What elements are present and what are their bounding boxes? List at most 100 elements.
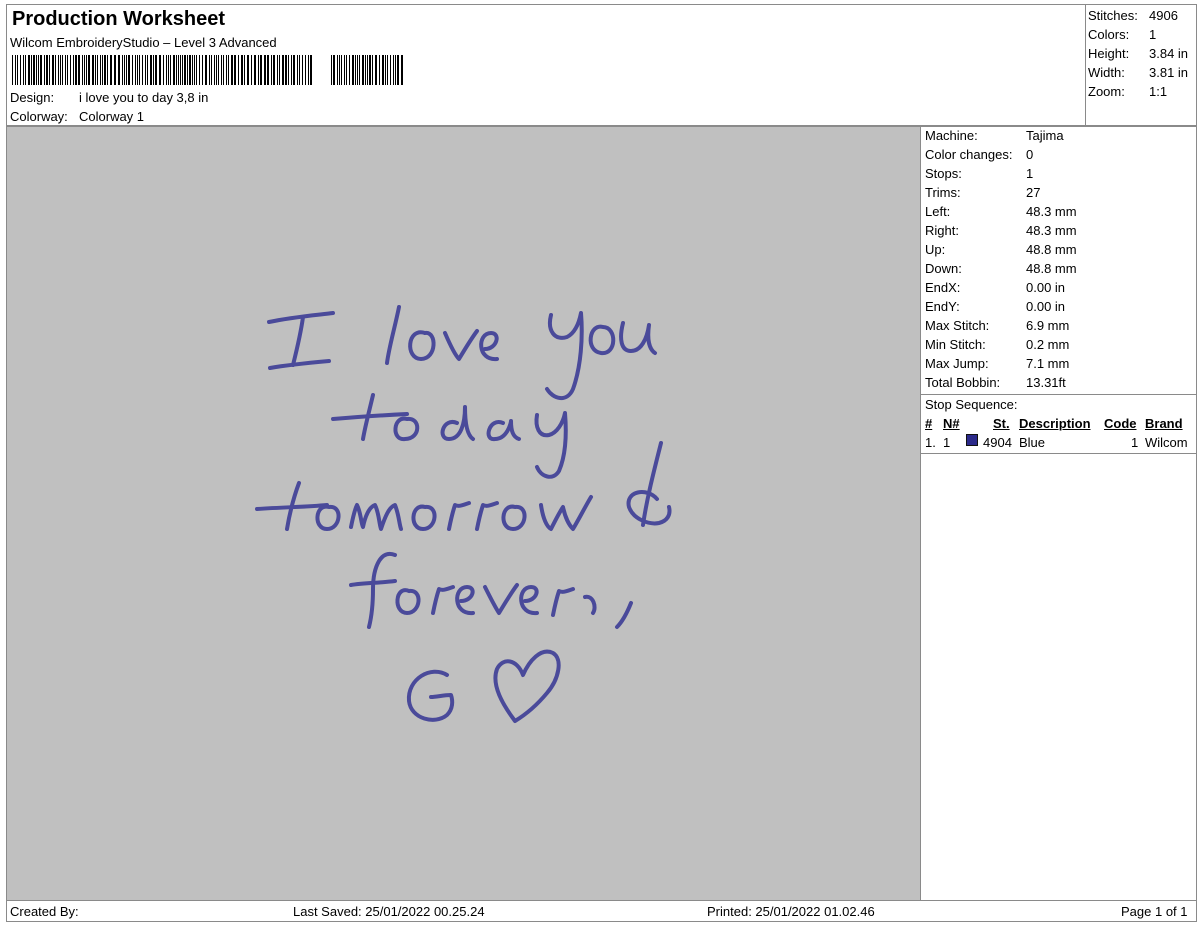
barcode-bar (102, 55, 103, 85)
stop-row-num: 1. (925, 435, 936, 450)
design-value: i love you to day 3,8 in (79, 90, 209, 105)
barcode-bar (231, 55, 233, 85)
barcode-bar (357, 55, 358, 85)
barcode-bar (346, 55, 347, 85)
barcode-bar (367, 55, 368, 85)
barcode-bar (97, 55, 98, 85)
info-value: 27 (1026, 185, 1041, 200)
barcode-bar (305, 55, 306, 85)
barcode-bar (359, 55, 360, 85)
barcode-bar (355, 55, 356, 85)
barcode-bar (114, 55, 116, 85)
col-n: N# (943, 416, 960, 431)
barcode-bar (251, 55, 252, 85)
col-description: Description (1019, 416, 1091, 431)
stop-row-description: Blue (1019, 435, 1046, 450)
barcode-bar (62, 55, 63, 85)
stat-height-label: Height: (1088, 46, 1130, 61)
barcode-bar (297, 55, 298, 85)
info-label: EndX: (925, 280, 961, 295)
barcode-bar (88, 55, 90, 85)
barcode-bar (82, 55, 83, 85)
barcode-bar (166, 55, 167, 85)
barcode-bar (20, 55, 21, 85)
barcode-bar (31, 55, 32, 85)
barcode-bar (397, 55, 399, 85)
embroidery-design (255, 305, 672, 723)
barcode-bar (100, 55, 101, 85)
barcode-bar (247, 55, 249, 85)
barcode-bar (379, 55, 380, 85)
page-title: Production Worksheet (12, 8, 225, 30)
barcode-bar (299, 55, 300, 85)
colorway-label: Colorway: (10, 109, 68, 124)
barcode-bar (387, 55, 388, 85)
stat-colors-label: Colors: (1088, 27, 1130, 42)
stop-sequence-label: Stop Sequence: (925, 397, 1018, 412)
barcode-bar (36, 55, 37, 85)
barcode-bar (228, 55, 229, 85)
barcode-bar (282, 55, 284, 85)
info-value: 7.1 mm (1026, 356, 1070, 371)
barcode-bar (254, 55, 256, 85)
col-brand: Brand (1145, 416, 1183, 431)
barcode-bar (78, 55, 80, 85)
barcode-bar (273, 55, 275, 85)
stat-zoom-value: 1:1 (1149, 84, 1168, 99)
barcode-bar (52, 55, 54, 85)
barcode-bar (344, 55, 345, 85)
barcode-bar (244, 55, 245, 85)
barcode-bar (49, 55, 50, 85)
barcode-bar (369, 55, 371, 85)
info-label: Stops: (925, 166, 962, 181)
barcode-bar (339, 55, 340, 85)
barcode-bar (310, 55, 312, 85)
barcode-bar (86, 55, 87, 85)
stat-height-value: 3.84 in (1149, 46, 1189, 61)
info-label: Max Jump: (925, 356, 989, 371)
info-value: 1 (1026, 166, 1034, 181)
barcode-bar (238, 55, 239, 85)
barcode-bar (58, 55, 59, 85)
barcode-bar (73, 55, 74, 85)
barcode-bar (153, 55, 154, 85)
barcode-bar (110, 55, 112, 85)
barcode-bar (84, 55, 85, 85)
info-label: Down: (925, 261, 962, 276)
barcode-bar (362, 55, 364, 85)
barcode-bar (170, 55, 171, 85)
barcode-bar (92, 55, 94, 85)
info-label: Color changes: (925, 147, 1013, 162)
colorway-value: Colorway 1 (79, 109, 145, 124)
barcode-bar (288, 55, 289, 85)
barcode-bar (205, 55, 207, 85)
barcode-bar (308, 55, 309, 85)
barcode-bar (196, 55, 197, 85)
barcode-bar (401, 55, 403, 85)
barcode-bar (17, 55, 18, 85)
info-label: Right: (925, 223, 959, 238)
barcode-bar (67, 55, 68, 85)
barcode-bar (145, 55, 146, 85)
barcode-bar (187, 55, 188, 85)
info-label: Total Bobbin: (925, 375, 1001, 390)
barcode-bar (137, 55, 138, 85)
barcode-bar (132, 55, 133, 85)
barcode-bar (107, 55, 108, 85)
info-label: Machine: (925, 128, 978, 143)
barcode-bar (199, 55, 200, 85)
barcode-bar (44, 55, 45, 85)
barcode-bar (184, 55, 186, 85)
barcode-bar (221, 55, 222, 85)
barcode-bar (12, 55, 13, 85)
barcode-bar (104, 55, 106, 85)
machine-info-panel: Machine: Tajima Color changes: 0 Stops: 1 Trim… (920, 126, 1197, 901)
barcode-bar (218, 55, 219, 85)
divider (921, 453, 1196, 454)
stat-colors-value: 1 (1149, 27, 1157, 42)
barcode-bar (260, 55, 262, 85)
barcode-bar (176, 55, 177, 85)
barcode-bar (258, 55, 259, 85)
barcode-bar (173, 55, 175, 85)
info-label: Max Stitch: (925, 318, 990, 333)
